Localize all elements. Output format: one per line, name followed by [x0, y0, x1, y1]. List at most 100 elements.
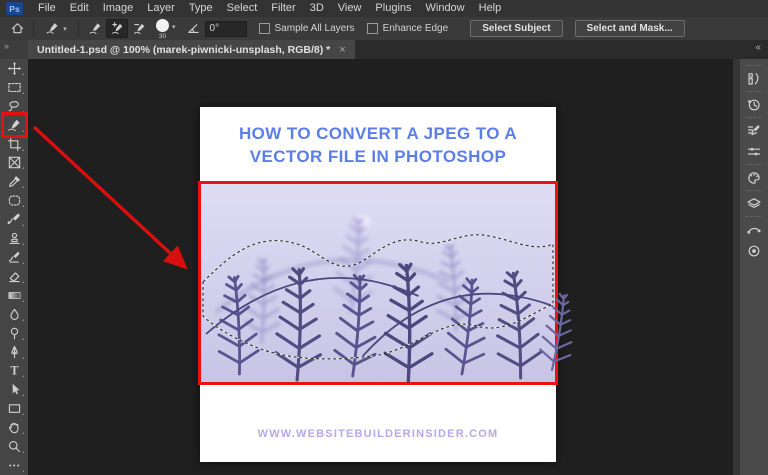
add-to-selection-icon	[110, 21, 125, 36]
brush-preview-icon	[156, 19, 169, 32]
clone-stamp-icon	[7, 231, 22, 246]
eraser-tool-button[interactable]	[2, 267, 26, 286]
menu-bar: Ps File Edit Image Layer Type Select Fil…	[0, 0, 768, 18]
frame-icon	[7, 155, 22, 170]
brush-icon	[7, 212, 22, 227]
home-icon	[10, 21, 25, 36]
paths-panel-button[interactable]	[743, 219, 765, 240]
select-subject-button[interactable]: Select Subject	[470, 20, 562, 37]
menu-help[interactable]: Help	[472, 0, 509, 17]
type-icon: T	[7, 363, 22, 378]
eyedropper-tool-button[interactable]	[2, 172, 26, 191]
fern-photo-with-selection[interactable]	[198, 181, 558, 385]
menu-window[interactable]: Window	[419, 0, 472, 17]
document-tab-title: Untitled-1.psd @ 100% (marek-piwnicki-un…	[37, 44, 330, 56]
swatches-panel-button[interactable]	[743, 167, 765, 188]
add-to-selection-mode-button[interactable]	[106, 19, 128, 38]
subtract-from-selection-mode-button[interactable]	[128, 19, 150, 38]
document-heading: HOW TO CONVERT A JPEG TO A VECTOR FILE I…	[200, 122, 556, 168]
zoom-icon	[7, 439, 22, 454]
sample-all-layers-checkbox[interactable]: Sample All Layers	[259, 23, 355, 34]
type-tool-button[interactable]: T	[2, 362, 26, 381]
move-icon	[7, 61, 22, 76]
angle-icon	[186, 21, 201, 36]
adjustments-panel-button[interactable]	[743, 240, 765, 261]
gradient-tool-button[interactable]	[2, 286, 26, 305]
history-brush-icon	[7, 250, 22, 265]
canvas-area[interactable]: HOW TO CONVERT A JPEG TO A VECTOR FILE I…	[28, 59, 733, 475]
brushes-panel-button[interactable]	[743, 68, 765, 89]
new-selection-mode-button[interactable]	[84, 19, 106, 38]
tool-options-bar: ▾ 30	[0, 17, 768, 41]
menu-plugins[interactable]: Plugins	[368, 0, 418, 17]
pen-icon	[7, 345, 22, 360]
zoom-tool-button[interactable]	[2, 437, 26, 456]
subtract-from-selection-icon	[132, 21, 147, 36]
frame-tool-button[interactable]	[2, 154, 26, 173]
move-tool-button[interactable]	[2, 59, 26, 78]
eyedropper-icon	[7, 174, 22, 189]
document-canvas[interactable]: HOW TO CONVERT A JPEG TO A VECTOR FILE I…	[200, 107, 556, 462]
svg-text:T: T	[10, 364, 18, 378]
pen-tool-button[interactable]	[2, 343, 26, 362]
brush-tool-button[interactable]	[2, 210, 26, 229]
menu-image[interactable]: Image	[96, 0, 141, 17]
menu-type[interactable]: Type	[182, 0, 220, 17]
adjustments-panel-icon	[746, 243, 762, 259]
menu-layer[interactable]: Layer	[140, 0, 182, 17]
workspace: T HOW TO CONVERT A JPEG TO A VECTOR FILE…	[0, 59, 768, 475]
crop-icon	[7, 137, 22, 152]
dodge-tool-button[interactable]	[2, 324, 26, 343]
checkbox-icon	[259, 23, 270, 34]
menu-edit[interactable]: Edit	[63, 0, 96, 17]
rectangle-icon	[7, 401, 22, 416]
enhance-edge-checkbox[interactable]: Enhance Edge	[367, 23, 449, 34]
menu-select[interactable]: Select	[220, 0, 265, 17]
dodge-icon	[7, 326, 22, 341]
menu-file[interactable]: File	[31, 0, 63, 17]
close-tab-icon[interactable]: ×	[339, 44, 345, 56]
swatches-panel-icon	[746, 170, 762, 186]
history-brush-tool-button[interactable]	[2, 248, 26, 267]
heading-line-2: VECTOR FILE IN PHOTOSHOP	[200, 145, 556, 168]
enhance-edge-label: Enhance Edge	[383, 23, 449, 34]
healing-brush-tool-button[interactable]	[2, 191, 26, 210]
fern-illustration	[201, 184, 555, 382]
quick-selection-preset-icon	[45, 21, 60, 36]
menu-filter[interactable]: Filter	[264, 0, 302, 17]
panel-collapse-button[interactable]: «	[755, 42, 761, 53]
angle-input[interactable]: 0°	[205, 21, 247, 37]
photoshop-window: Ps File Edit Image Layer Type Select Fil…	[0, 0, 768, 475]
menu-3d[interactable]: 3D	[303, 0, 331, 17]
menu-view[interactable]: View	[331, 0, 369, 17]
rectangle-tool-button[interactable]	[2, 399, 26, 418]
brushes-panel-icon	[746, 71, 762, 87]
tool-preset-picker[interactable]: ▾	[39, 19, 73, 38]
document-tab-bar: » Untitled-1.psd @ 100% (marek-piwnicki-…	[0, 40, 768, 59]
gradient-icon	[7, 288, 22, 303]
eraser-icon	[7, 269, 22, 284]
history-panel-button[interactable]	[743, 94, 765, 115]
layers-panel-icon	[746, 196, 762, 212]
brush-settings-panel-button[interactable]	[743, 120, 765, 141]
select-and-mask-button[interactable]: Select and Mask...	[575, 20, 685, 37]
hand-tool-button[interactable]	[2, 418, 26, 437]
document-tab[interactable]: Untitled-1.psd @ 100% (marek-piwnicki-un…	[28, 40, 355, 59]
tool-presets-panel-button[interactable]	[743, 141, 765, 162]
clone-stamp-tool-button[interactable]	[2, 229, 26, 248]
quick-selection-highlight-box	[1, 112, 28, 138]
rectangular-marquee-tool-button[interactable]	[2, 78, 26, 97]
paths-panel-icon	[746, 222, 762, 238]
layers-panel-button[interactable]	[743, 193, 765, 214]
home-button[interactable]	[6, 19, 28, 38]
path-selection-tool-button[interactable]	[2, 380, 26, 399]
blur-icon	[7, 307, 22, 322]
double-chevron-right-icon: »	[4, 41, 9, 51]
edit-toolbar-button[interactable]	[2, 456, 26, 475]
toolbar-collapse-button[interactable]: »	[0, 40, 28, 59]
sample-all-layers-label: Sample All Layers	[275, 23, 355, 34]
document-footer-url: WWW.WEBSITEBUILDERINSIDER.COM	[200, 428, 556, 440]
blur-tool-button[interactable]	[2, 305, 26, 324]
brush-settings-panel-icon	[746, 123, 762, 139]
brush-size-picker[interactable]: 30 ▾	[156, 18, 176, 40]
